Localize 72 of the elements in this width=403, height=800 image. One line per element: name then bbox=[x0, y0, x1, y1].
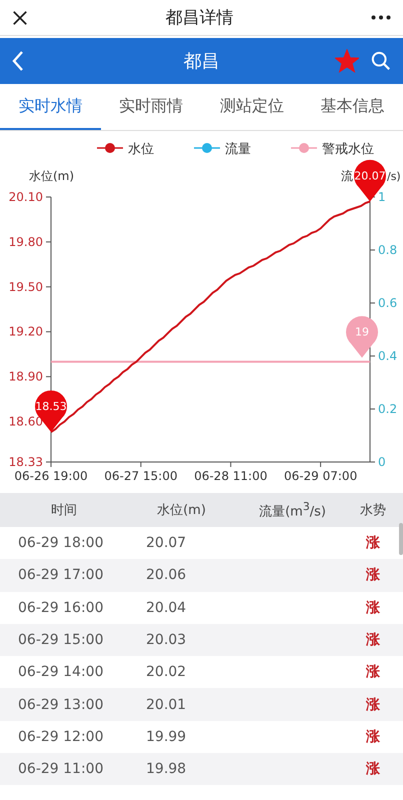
more-icon[interactable] bbox=[371, 15, 391, 20]
star-icon[interactable] bbox=[335, 49, 359, 73]
column-header: 水势 bbox=[359, 502, 387, 519]
trend-cell-text: 涨 bbox=[365, 631, 381, 650]
tick-label: 18.33 bbox=[8, 455, 43, 469]
tab[interactable]: 实时水情 bbox=[0, 84, 101, 130]
column-header: 时间 bbox=[50, 502, 78, 519]
table-row[interactable]: 06-29 11:00 19.98 涨 bbox=[0, 753, 403, 786]
tick-label: 06-27 15:00 bbox=[104, 469, 178, 483]
table-cell-text: 20.02 bbox=[145, 664, 188, 680]
page-title: 都昌详情 bbox=[166, 7, 234, 29]
scrollbar[interactable] bbox=[399, 523, 403, 555]
annotation: 20.07 bbox=[354, 169, 386, 182]
table-cell-text: 06-29 11:00 bbox=[17, 761, 104, 778]
table-cell-text: 06-29 12:00 bbox=[17, 728, 104, 745]
station-title: 都昌 bbox=[184, 50, 220, 73]
axis-label: 水位(m) bbox=[29, 169, 74, 183]
back-icon[interactable] bbox=[12, 50, 24, 72]
tick-label: 18.90 bbox=[8, 370, 43, 384]
column-header: 水位(m) bbox=[156, 502, 207, 519]
legend-item[interactable]: 水位 bbox=[97, 142, 154, 157]
trend-cell-text: 涨 bbox=[365, 663, 381, 682]
tick-label: 0 bbox=[378, 455, 386, 469]
table-cell-text: 06-29 17:00 bbox=[17, 567, 104, 584]
table-cell-text: 20.03 bbox=[145, 632, 188, 648]
tick-label: 1 bbox=[378, 190, 386, 204]
tick-label: 20.10 bbox=[8, 190, 43, 204]
table-cell-text: 20.07 bbox=[145, 535, 188, 552]
column-header: 流量(m$^{3}$/s) bbox=[258, 500, 327, 520]
table-row[interactable]: 06-29 17:00 20.06 涨 bbox=[0, 559, 403, 592]
table-cell-text: 19.98 bbox=[145, 761, 188, 778]
table-row[interactable]: 06-29 13:00 20.01 涨 bbox=[0, 688, 403, 721]
close-icon[interactable] bbox=[12, 10, 28, 26]
tick-label: 19.20 bbox=[8, 324, 43, 339]
legend-item[interactable]: 流量 bbox=[194, 142, 251, 157]
legend-label: 水位 bbox=[128, 142, 154, 157]
tick-label: 0.4 bbox=[378, 349, 398, 363]
table-cell-text: 20.04 bbox=[145, 600, 188, 616]
tab[interactable]: 基本信息 bbox=[302, 84, 403, 130]
tick-label: 19.80 bbox=[8, 234, 43, 249]
table-cell-text: 06-29 14:00 bbox=[17, 664, 104, 680]
trend-cell-text: 涨 bbox=[365, 566, 381, 584]
table-row[interactable]: 06-29 15:00 20.03 涨 bbox=[0, 624, 403, 656]
tick-label: 0.6 bbox=[378, 296, 398, 310]
trend-cell-text: 涨 bbox=[365, 760, 381, 778]
trend-cell-text: 涨 bbox=[365, 696, 381, 714]
table-cell-text: 06-29 15:00 bbox=[17, 632, 104, 648]
table-cell-text: 06-29 13:00 bbox=[17, 696, 104, 713]
annotation: 18.53 bbox=[35, 400, 67, 414]
search-icon[interactable] bbox=[371, 51, 391, 71]
tick-label: 06-29 07:00 bbox=[284, 469, 358, 483]
table-cell-text: 06-29 16:00 bbox=[17, 600, 104, 616]
ref-line-label: 19 bbox=[355, 326, 369, 339]
tick-label: 06-26 19:00 bbox=[14, 469, 88, 483]
table-cell-text: 20.01 bbox=[145, 696, 188, 713]
tab[interactable]: 实时雨情 bbox=[100, 84, 202, 130]
legend-item[interactable]: 警戒水位 bbox=[291, 142, 374, 157]
trend-cell-text: 涨 bbox=[365, 534, 381, 552]
tick-label: 19.50 bbox=[8, 280, 43, 294]
tab[interactable]: 测站定位 bbox=[202, 84, 302, 130]
trend-cell-text: 涨 bbox=[365, 728, 381, 746]
axis-label: 流 bbox=[341, 169, 353, 183]
tick-label: 06-28 11:00 bbox=[194, 469, 268, 483]
trend-cell-text: 涨 bbox=[365, 598, 381, 617]
tick-label: 0.8 bbox=[378, 243, 398, 257]
tick-label: 0.2 bbox=[378, 402, 398, 416]
table-cell-text: 19.99 bbox=[145, 728, 188, 745]
value-pin: 19 bbox=[346, 316, 378, 358]
axis-label: /s) bbox=[387, 170, 401, 183]
table-cell-text: 06-29 18:00 bbox=[17, 535, 104, 552]
tick-label: 18.60 bbox=[8, 414, 43, 429]
table-cell-text: 20.06 bbox=[145, 567, 188, 584]
